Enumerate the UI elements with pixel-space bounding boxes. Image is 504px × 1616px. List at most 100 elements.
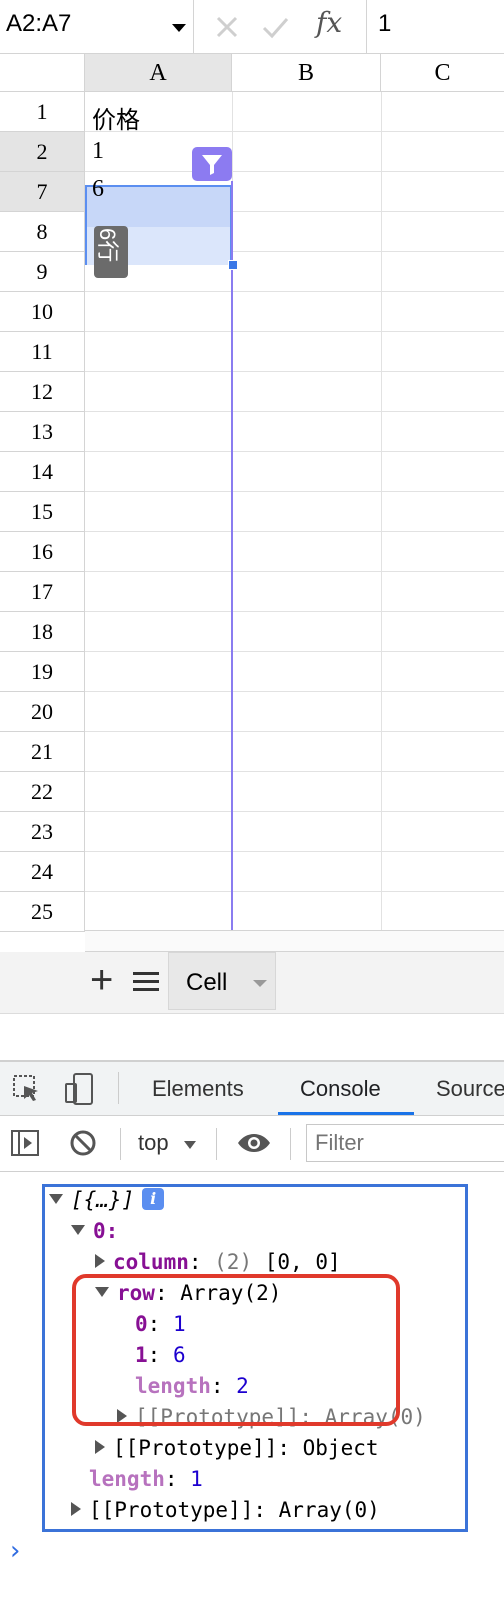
row-header-24[interactable]: 24: [0, 852, 85, 892]
row-header-13[interactable]: 13: [0, 412, 85, 452]
formula-divider: [366, 0, 367, 54]
cancel-icon[interactable]: [212, 12, 242, 42]
expand-triangle-icon[interactable]: [49, 1194, 63, 1204]
row-header-23[interactable]: 23: [0, 812, 85, 852]
sheet-bar: + Cell: [0, 952, 504, 1014]
eye-icon[interactable]: [236, 1130, 272, 1156]
row-header-1[interactable]: 1: [0, 92, 85, 132]
collapse-triangle-icon[interactable]: [71, 1502, 81, 1516]
row-gridline: [85, 571, 504, 572]
row-gridline: [85, 131, 504, 132]
menu-icon[interactable]: [132, 968, 160, 996]
row-gridline: [85, 731, 504, 732]
row-gridline: [85, 171, 504, 172]
console-root-line[interactable]: [{…}] i: [49, 1185, 165, 1215]
row-header-19[interactable]: 19: [0, 652, 85, 692]
fx-icon[interactable]: fx: [316, 6, 342, 39]
row-header-11[interactable]: 11: [0, 332, 85, 372]
row-header-18[interactable]: 18: [0, 612, 85, 652]
select-all-corner[interactable]: [0, 54, 85, 92]
clear-console-icon[interactable]: [68, 1128, 98, 1158]
row-header-12[interactable]: 12: [0, 372, 85, 412]
console-column-line[interactable]: column: (2) [0, 0]: [95, 1247, 341, 1277]
plus-icon[interactable]: +: [90, 960, 113, 1000]
context-selector-label: top: [138, 1130, 169, 1155]
column-gridline: [381, 92, 382, 932]
collapse-triangle-icon[interactable]: [95, 1440, 105, 1454]
row-gridline: [85, 411, 504, 412]
row-header-14[interactable]: 14: [0, 452, 85, 492]
row-gridline: [85, 771, 504, 772]
chevron-down-icon[interactable]: [172, 24, 186, 32]
sidebar-toggle-icon[interactable]: [10, 1128, 40, 1158]
console-prompt[interactable]: ›: [10, 1536, 20, 1566]
row-header-7[interactable]: 7: [0, 172, 85, 212]
devtools-tabbar: Elements Console Sources: [0, 1062, 504, 1116]
sheet-tab-cell[interactable]: Cell: [168, 952, 276, 1010]
chevron-down-icon: [183, 1141, 196, 1149]
confirm-icon[interactable]: [260, 12, 290, 42]
chevron-down-icon[interactable]: [253, 980, 267, 987]
console-outer-length: length: 1: [89, 1467, 203, 1491]
row-gridline: [85, 891, 504, 892]
tab-elements[interactable]: Elements: [152, 1076, 244, 1102]
fill-handle[interactable]: [228, 260, 238, 270]
context-selector[interactable]: top: [138, 1130, 197, 1156]
row-gridline: [85, 371, 504, 372]
row-gridline: [85, 451, 504, 452]
device-toolbar-icon[interactable]: [64, 1072, 96, 1106]
row-count-tooltip: 6行: [94, 226, 128, 278]
row-header-2[interactable]: 2: [0, 132, 85, 172]
row-gridline: [85, 291, 504, 292]
toolbar-separator: [216, 1128, 217, 1160]
row-header-8[interactable]: 8: [0, 212, 85, 252]
annotation-highlight-box: [72, 1274, 400, 1426]
toolbar-separator: [120, 1128, 121, 1160]
column-header-a[interactable]: A: [85, 54, 232, 92]
row-header-20[interactable]: 20: [0, 692, 85, 732]
formula-input[interactable]: 1: [378, 10, 391, 38]
active-tab-indicator: [278, 1112, 414, 1115]
cell-a7[interactable]: 6: [92, 176, 104, 203]
sheet-tab-label: Cell: [186, 969, 228, 996]
row-gridline: [85, 851, 504, 852]
row-header-17[interactable]: 17: [0, 572, 85, 612]
tooltip-text: 6行: [95, 228, 120, 263]
filter-input[interactable]: [306, 1124, 504, 1162]
row-header-10[interactable]: 10: [0, 292, 85, 332]
column-header-b[interactable]: B: [232, 54, 381, 92]
expand-triangle-icon[interactable]: [71, 1225, 85, 1235]
tab-sources[interactable]: Sources: [436, 1076, 504, 1102]
column-header-c[interactable]: C: [381, 54, 504, 92]
spreadsheet-grid[interactable]: A B C 1 2 7 8 9 10 11 12 13 14 15 16 17 18 19 20 21 22 23 2…: [0, 54, 504, 983]
row-header-22[interactable]: 22: [0, 772, 85, 812]
name-box[interactable]: A2:A7: [0, 0, 194, 54]
console-toolbar: top: [0, 1116, 504, 1172]
row-gridline: [85, 491, 504, 492]
row-gridline: [85, 651, 504, 652]
console-item-0[interactable]: 0:: [71, 1216, 118, 1246]
row-header-16[interactable]: 16: [0, 532, 85, 572]
tab-console[interactable]: Console: [300, 1076, 381, 1102]
toolbar-separator: [290, 1128, 291, 1160]
filter-icon: [202, 155, 222, 175]
row-gridline: [85, 691, 504, 692]
name-box-value: A2:A7: [6, 10, 72, 37]
toolbar-separator: [118, 1072, 119, 1104]
info-icon[interactable]: i: [142, 1188, 165, 1210]
console-outer-prototype[interactable]: [[Prototype]]: Array(0): [71, 1495, 380, 1525]
formula-bar: A2:A7 fx 1: [0, 0, 504, 54]
row-header-21[interactable]: 21: [0, 732, 85, 772]
collapse-triangle-icon[interactable]: [95, 1254, 105, 1268]
row-header-9[interactable]: 9: [0, 252, 85, 292]
console-item-prototype[interactable]: [[Prototype]]: Object: [95, 1433, 379, 1463]
filter-column-indicator: [231, 181, 233, 983]
cell-a1[interactable]: 价格: [92, 100, 140, 135]
row-gridline: [85, 811, 504, 812]
inspect-element-icon[interactable]: [12, 1074, 42, 1104]
horizontal-scrollbar[interactable]: [85, 930, 504, 952]
row-header-15[interactable]: 15: [0, 492, 85, 532]
filter-button[interactable]: [192, 147, 232, 181]
cell-a2[interactable]: 1: [92, 138, 104, 165]
row-header-25[interactable]: 25: [0, 892, 85, 932]
